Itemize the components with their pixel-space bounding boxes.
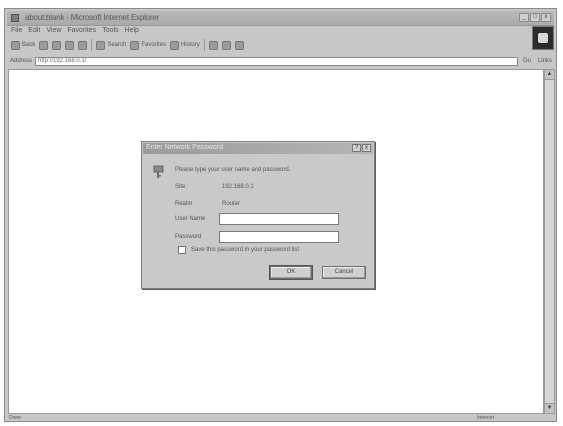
links-button[interactable]: Links xyxy=(536,58,554,64)
mail-button[interactable] xyxy=(208,39,218,51)
history-label: History xyxy=(181,42,200,48)
minimize-button[interactable]: _ xyxy=(519,13,529,22)
windows-flag-icon xyxy=(538,33,548,43)
dialog-title: Enter Network Password xyxy=(146,144,224,151)
stop-icon xyxy=(52,40,62,50)
home-icon xyxy=(78,40,88,50)
title-bar: about:blank - Microsoft Internet Explore… xyxy=(7,11,554,26)
print-button[interactable] xyxy=(221,39,231,51)
dialog-prompt: Please type your user name and password. xyxy=(175,167,291,173)
vertical-scrollbar[interactable]: ▲ ▼ xyxy=(544,69,555,414)
maximize-button[interactable]: □ xyxy=(530,13,540,22)
site-label: Site: xyxy=(175,184,188,190)
status-text: Done xyxy=(9,415,21,421)
dialog-title-bar: Enter Network Password ? x xyxy=(143,143,373,154)
dialog-title-buttons: ? x xyxy=(352,144,371,152)
scroll-up-arrow-icon[interactable]: ▲ xyxy=(545,70,554,80)
save-password-label: Save this password in your password list xyxy=(191,247,300,253)
username-input[interactable] xyxy=(219,213,339,225)
realm-value: Router xyxy=(222,201,241,207)
address-bar: Address http://192.168.0.1/ Go Links xyxy=(7,55,554,67)
forward-button[interactable] xyxy=(39,39,49,51)
browser-icon xyxy=(11,14,19,22)
back-arrow-icon xyxy=(11,40,20,50)
search-button[interactable]: Search xyxy=(96,39,126,51)
scroll-down-arrow-icon[interactable]: ▼ xyxy=(545,403,554,413)
favorites-label: Favorites xyxy=(141,42,167,48)
password-input[interactable] xyxy=(219,231,339,243)
search-icon xyxy=(96,40,106,50)
menu-tools[interactable]: Tools xyxy=(102,26,118,36)
favorites-button[interactable]: Favorites xyxy=(130,39,166,51)
menu-favorites[interactable]: Favorites xyxy=(67,26,96,36)
menu-bar: File Edit View Favorites Tools Help xyxy=(7,26,541,36)
realm-label: Realm xyxy=(175,201,193,207)
ok-button[interactable]: OK xyxy=(269,265,313,280)
standard-toolbar: Back Search Favorites History xyxy=(7,37,531,53)
menu-help[interactable]: Help xyxy=(125,26,139,36)
mail-icon xyxy=(208,40,218,50)
edit-icon xyxy=(234,40,244,50)
close-button[interactable]: x xyxy=(541,13,551,22)
window-controls: _ □ x xyxy=(519,13,551,22)
dialog-close-button[interactable]: x xyxy=(362,144,371,152)
search-label: Search xyxy=(107,42,127,48)
menu-view[interactable]: View xyxy=(46,26,61,36)
key-icon xyxy=(153,165,164,178)
refresh-icon xyxy=(65,40,75,50)
save-password-checkbox[interactable] xyxy=(178,246,186,254)
username-label: User Name xyxy=(175,216,206,222)
throbber-logo xyxy=(532,26,554,50)
stop-button[interactable] xyxy=(52,39,62,51)
window-title: about:blank - Microsoft Internet Explore… xyxy=(25,13,160,22)
history-icon xyxy=(170,40,180,50)
back-button[interactable]: Back xyxy=(11,39,35,51)
password-label: Password xyxy=(175,234,202,240)
status-bar: Done Internet xyxy=(7,415,554,421)
network-password-dialog: Enter Network Password ? x Please type y… xyxy=(141,141,375,289)
home-button[interactable] xyxy=(78,39,88,51)
printer-icon xyxy=(221,40,231,50)
toolbar-separator xyxy=(91,39,93,51)
address-label: Address xyxy=(10,58,33,64)
go-button[interactable]: Go xyxy=(521,58,533,64)
favorites-star-icon xyxy=(130,40,140,50)
site-value: 192.168.0.1 xyxy=(222,184,254,190)
menu-file[interactable]: File xyxy=(11,26,22,36)
refresh-button[interactable] xyxy=(65,39,75,51)
dialog-help-button[interactable]: ? xyxy=(352,144,361,152)
cancel-button[interactable]: Cancel xyxy=(322,266,366,279)
forward-arrow-icon xyxy=(39,40,49,50)
address-input[interactable]: http://192.168.0.1/ xyxy=(35,56,518,66)
toolbar-separator xyxy=(203,39,205,51)
screenshot-frame: about:blank - Microsoft Internet Explore… xyxy=(0,0,563,426)
menu-edit[interactable]: Edit xyxy=(28,26,40,36)
back-label: Back xyxy=(22,42,36,48)
history-button[interactable]: History xyxy=(170,39,200,51)
security-zone: Internet xyxy=(477,415,494,421)
edit-button[interactable] xyxy=(234,39,244,51)
